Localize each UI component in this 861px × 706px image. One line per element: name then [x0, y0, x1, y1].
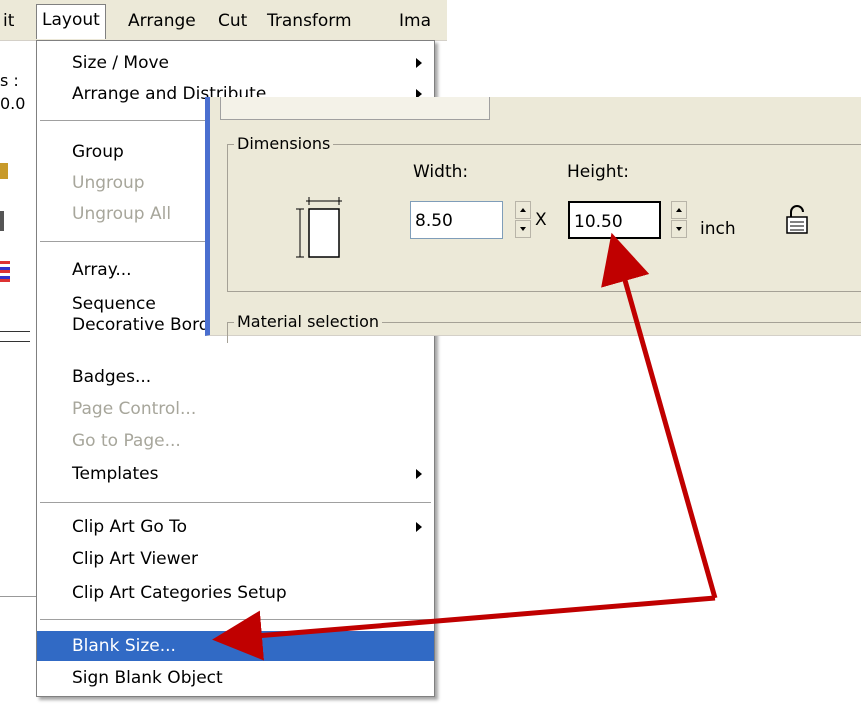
- arrow-to-blank-size: [212, 595, 716, 661]
- arrow-to-height-field: [601, 232, 718, 599]
- annotation-arrow: [212, 232, 718, 661]
